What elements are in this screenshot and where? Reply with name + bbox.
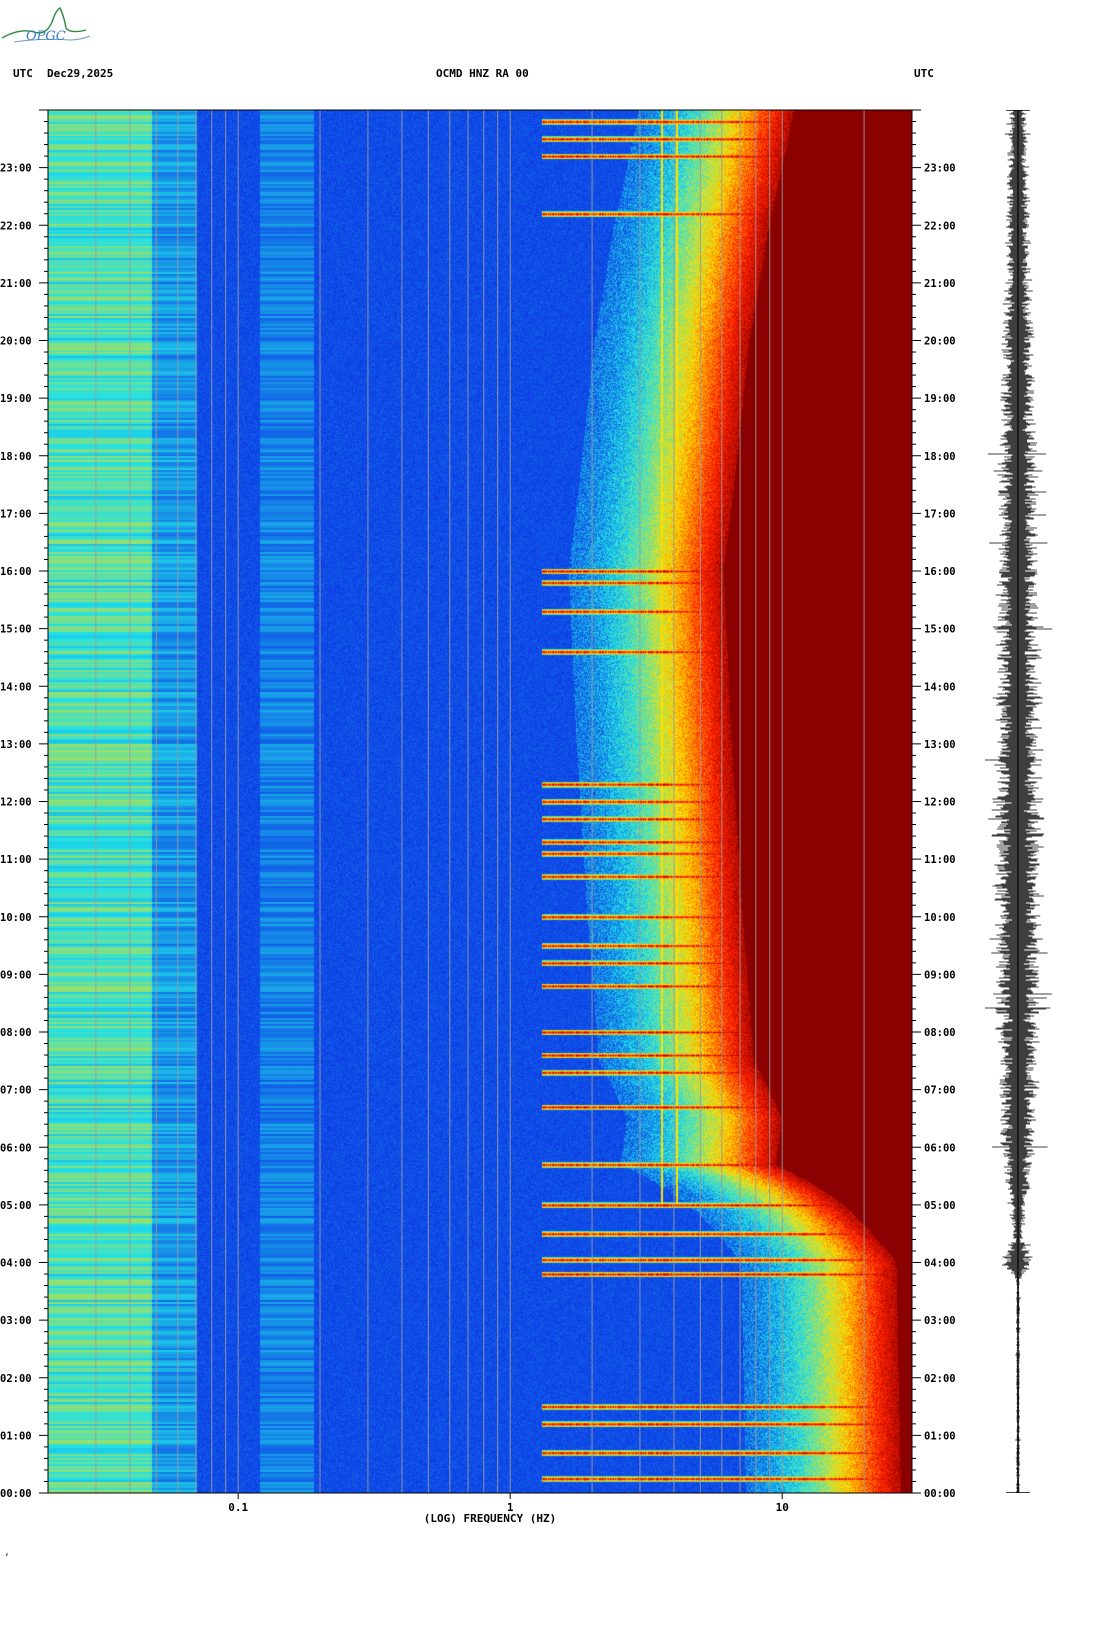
time-tick-label-left: 16:00 — [0, 566, 32, 578]
frequency-axis-ticks: 0.1 1 10 — [228, 1493, 789, 1514]
time-tick-label-right: 07:00 — [924, 1085, 956, 1097]
time-tick-label-left: 00:00 — [0, 1488, 32, 1500]
time-tick-label-right: 10:00 — [924, 912, 956, 924]
time-tick-label-right: 01:00 — [924, 1430, 956, 1442]
time-tick-label-left: 11:00 — [0, 854, 32, 866]
time-tick-label-right: 08:00 — [924, 1027, 956, 1039]
time-tick-label-right: 15:00 — [924, 624, 956, 636]
time-tick-label-left: 13:00 — [0, 739, 32, 751]
frequency-gridlines — [47, 109, 913, 1494]
time-tick-label-left: 04:00 — [0, 1258, 32, 1270]
time-tick-label-left: 12:00 — [0, 797, 32, 809]
time-tick-label-right: 04:00 — [924, 1258, 956, 1270]
time-tick-label-left: 08:00 — [0, 1027, 32, 1039]
time-tick-label-right: 03:00 — [924, 1315, 956, 1327]
seismogram-waveform — [985, 110, 1053, 1493]
time-tick-label-left: 10:00 — [0, 912, 32, 924]
time-tick-label-left: 20:00 — [0, 336, 32, 348]
frequency-tick-label: 10 — [776, 1501, 789, 1514]
time-tick-label-right: 21:00 — [924, 278, 956, 290]
time-tick-label-right: 00:00 — [924, 1488, 956, 1500]
time-tick-label-left: 17:00 — [0, 508, 32, 520]
time-tick-label-right: 16:00 — [924, 566, 956, 578]
time-tick-label-right: 17:00 — [924, 508, 956, 520]
time-tick-label-left: 23:00 — [0, 163, 32, 175]
seismogram-trace — [985, 110, 1053, 1493]
time-tick-label-right: 12:00 — [924, 797, 956, 809]
time-tick-label-left: 02:00 — [0, 1373, 32, 1385]
time-tick-label-right: 18:00 — [924, 451, 956, 463]
time-tick-label-right: 09:00 — [924, 969, 956, 981]
time-tick-label-right: 22:00 — [924, 220, 956, 232]
time-tick-label-right: 23:00 — [924, 163, 956, 175]
frequency-axis-label: (LOG) FREQUENCY (HZ) — [424, 1512, 556, 1525]
time-tick-label-right: 19:00 — [924, 393, 956, 405]
time-tick-label-left: 22:00 — [0, 220, 32, 232]
time-tick-label-left: 09:00 — [0, 969, 32, 981]
time-tick-label-right: 05:00 — [924, 1200, 956, 1212]
time-tick-label-left: 05:00 — [0, 1200, 32, 1212]
time-tick-label-right: 02:00 — [924, 1373, 956, 1385]
time-tick-label-left: 01:00 — [0, 1430, 32, 1442]
time-tick-label-left: 21:00 — [0, 278, 32, 290]
time-tick-label-left: 07:00 — [0, 1085, 32, 1097]
time-tick-label-left: 19:00 — [0, 393, 32, 405]
footer-mark: ʼ — [4, 1553, 9, 1563]
frequency-tick-label: 0.1 — [228, 1501, 248, 1514]
time-tick-label-left: 14:00 — [0, 681, 32, 693]
time-tick-label-right: 11:00 — [924, 854, 956, 866]
time-tick-label-right: 20:00 — [924, 336, 956, 348]
time-tick-label-left: 06:00 — [0, 1142, 32, 1154]
time-tick-label-right: 06:00 — [924, 1142, 956, 1154]
time-tick-label-right: 14:00 — [924, 681, 956, 693]
spectrogram-axes: 00:00 00:00 01:00 01:00 02:00 02:00 03:00 03:00… — [0, 109, 956, 1563]
time-tick-label-left: 18:00 — [0, 451, 32, 463]
time-tick-label-right: 13:00 — [924, 739, 956, 751]
time-tick-label-left: 15:00 — [0, 624, 32, 636]
time-axis-ticks: 00:00 00:00 01:00 01:00 02:00 02:00 03:00 03:00… — [0, 109, 956, 1500]
time-tick-label-left: 03:00 — [0, 1315, 32, 1327]
